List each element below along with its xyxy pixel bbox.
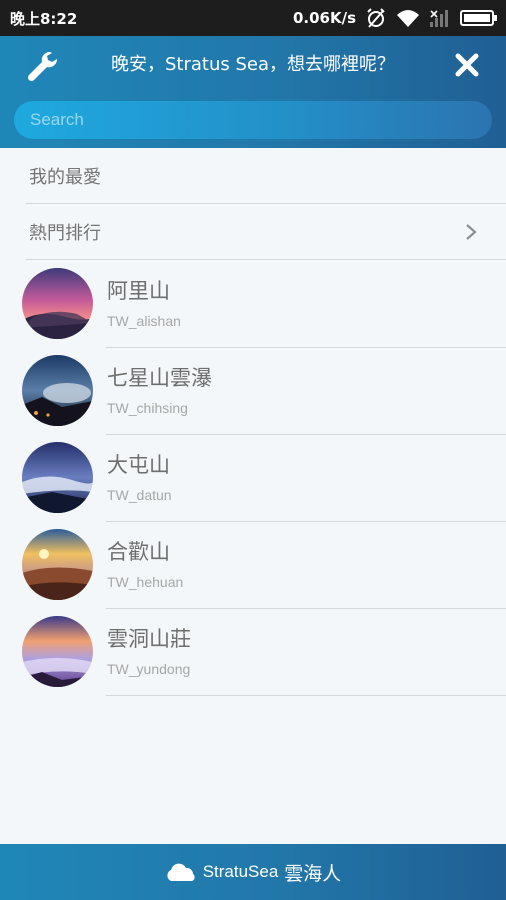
search-input[interactable] — [28, 109, 478, 131]
location-subtitle: TW_datun — [107, 487, 172, 503]
wifi-icon — [397, 10, 419, 27]
menu-item-popular[interactable]: 熱門排行 — [0, 204, 506, 260]
wrench-icon[interactable] — [26, 49, 60, 83]
menu-item-label: 我的最愛 — [29, 167, 101, 188]
location-subtitle: TW_hehuan — [107, 574, 184, 590]
location-thumbnail — [22, 442, 93, 513]
signal-icon — [430, 10, 448, 27]
divider — [26, 259, 506, 260]
app-header: 晚安，Stratus Sea，想去哪裡呢？ — [0, 36, 506, 148]
location-thumbnail — [22, 529, 93, 600]
location-title: 七星山雲瀑 — [107, 366, 212, 390]
list-item-datun[interactable]: 大屯山 TW_datun — [0, 435, 506, 522]
location-title: 大屯山 — [107, 453, 170, 477]
search-bar[interactable] — [14, 101, 492, 139]
menu-item-label: 熱門排行 — [29, 223, 101, 244]
list-item-hehuan[interactable]: 合歡山 TW_hehuan — [0, 522, 506, 609]
brand-name-en: StratuSea — [202, 862, 279, 881]
app-footer: StratuSea 雲海人 — [0, 844, 506, 900]
chevron-right-icon — [466, 224, 477, 240]
location-thumbnail — [22, 268, 93, 339]
status-bar: 晚上8:22 0.06K/s — [0, 0, 506, 36]
close-icon[interactable] — [454, 52, 480, 78]
list-item-yundong[interactable]: 雲洞山莊 TW_yundong — [0, 609, 506, 696]
network-speed: 0.06K/s — [292, 9, 356, 27]
greeting-text: 晚安，Stratus Sea，想去哪裡呢？ — [110, 54, 395, 75]
location-title: 雲洞山莊 — [107, 627, 191, 651]
cloud-logo-icon — [167, 863, 195, 881]
location-subtitle: TW_alishan — [107, 313, 181, 329]
brand-name-zh: 雲海人 — [284, 862, 342, 885]
location-thumbnail — [22, 616, 93, 687]
location-subtitle: TW_yundong — [107, 661, 191, 677]
alarm-off-icon — [367, 8, 385, 28]
status-time: 晚上8:22 — [10, 9, 78, 28]
location-title: 合歡山 — [107, 540, 170, 564]
status-icons: 0.06K/s — [293, 7, 498, 29]
list-item-chihsing[interactable]: 七星山雲瀑 TW_chihsing — [0, 348, 506, 435]
location-subtitle: TW_chihsing — [107, 400, 188, 416]
location-title: 阿里山 — [107, 279, 170, 303]
list-item-alishan[interactable]: 阿里山 TW_alishan — [0, 261, 506, 348]
divider — [106, 695, 506, 696]
location-thumbnail — [22, 355, 93, 426]
battery-icon — [460, 10, 497, 26]
menu-item-favorites[interactable]: 我的最愛 — [0, 148, 506, 204]
